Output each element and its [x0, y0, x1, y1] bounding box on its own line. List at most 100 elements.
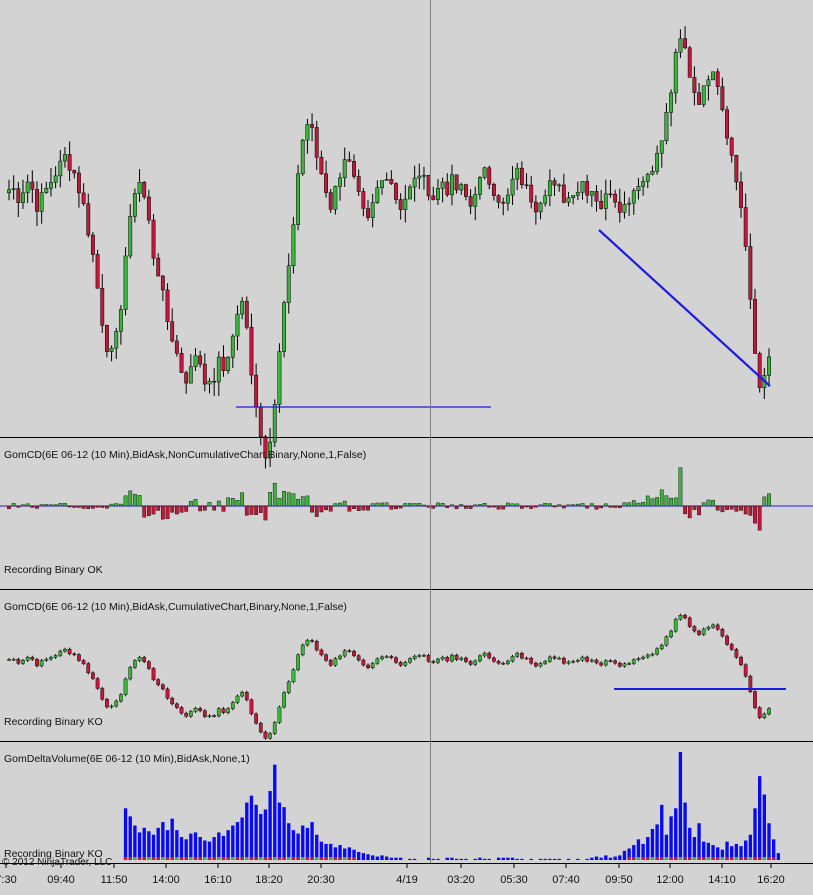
cum-candle[interactable]	[436, 658, 440, 663]
price-candle[interactable]	[296, 173, 301, 225]
cum-candle[interactable]	[729, 644, 734, 650]
cd-bar[interactable]	[49, 504, 53, 507]
cum-candle[interactable]	[81, 660, 86, 664]
price-candle[interactable]	[757, 353, 762, 389]
delta-volume-bar[interactable]	[142, 827, 146, 860]
cd-bar[interactable]	[664, 495, 669, 507]
cum-candle[interactable]	[538, 663, 543, 667]
price-candle[interactable]	[557, 184, 562, 187]
cd-bar[interactable]	[291, 493, 296, 507]
cum-candle[interactable]	[202, 710, 207, 717]
cum-candle[interactable]	[207, 715, 212, 717]
cum-candle[interactable]	[188, 711, 193, 717]
cum-candle[interactable]	[16, 659, 21, 664]
price-candle[interactable]	[370, 202, 375, 218]
cum-candle[interactable]	[216, 708, 221, 717]
price-candle[interactable]	[473, 194, 478, 207]
cd-bar[interactable]	[389, 505, 394, 510]
cum-candle[interactable]	[63, 648, 67, 652]
delta-volume-bar[interactable]	[482, 858, 487, 860]
price-candle[interactable]	[613, 193, 618, 203]
cd-bar[interactable]	[151, 505, 156, 515]
delta-volume-bar[interactable]	[450, 857, 454, 860]
cd-bar[interactable]	[753, 505, 757, 524]
cum-candle[interactable]	[515, 652, 520, 657]
cum-candle[interactable]	[39, 660, 44, 667]
cum-candle[interactable]	[701, 628, 706, 635]
price-candle[interactable]	[249, 326, 254, 376]
price-candle[interactable]	[631, 190, 636, 204]
delta-volume-bar[interactable]	[646, 837, 650, 860]
cum-candle[interactable]	[482, 652, 487, 657]
price-candle[interactable]	[743, 207, 748, 247]
cd-bar[interactable]	[650, 498, 655, 507]
cum-candle[interactable]	[557, 657, 562, 660]
delta-volume-bar[interactable]	[454, 858, 459, 860]
delta-volume-bar[interactable]	[221, 835, 226, 860]
delta-volume-bar[interactable]	[566, 858, 571, 860]
price-candle[interactable]	[314, 127, 319, 158]
cum-candle[interactable]	[529, 657, 534, 664]
cum-candle[interactable]	[585, 656, 590, 662]
cd-bar[interactable]	[729, 505, 734, 510]
cum-candle[interactable]	[552, 656, 557, 659]
delta-volume-bar[interactable]	[678, 752, 683, 860]
cd-bar[interactable]	[585, 505, 590, 509]
price-candle[interactable]	[627, 202, 632, 205]
price-candle[interactable]	[501, 201, 506, 204]
delta-volume-bar[interactable]	[301, 825, 305, 860]
cd-bar[interactable]	[188, 501, 193, 507]
cum-candle[interactable]	[291, 669, 296, 683]
price-candle[interactable]	[39, 192, 44, 212]
cd-bar[interactable]	[524, 505, 529, 508]
price-candle[interactable]	[561, 184, 566, 203]
delta-volume-bar[interactable]	[688, 827, 692, 860]
price-candle[interactable]	[305, 124, 310, 141]
cd-bar[interactable]	[459, 504, 464, 507]
cum-candle[interactable]	[631, 659, 636, 664]
cd-bar[interactable]	[734, 505, 739, 512]
delta-volume-bar[interactable]	[660, 804, 664, 860]
cd-bar[interactable]	[533, 505, 538, 508]
cd-bar[interactable]	[422, 504, 426, 507]
delta-volume-bar[interactable]	[436, 858, 440, 860]
price-candle[interactable]	[552, 180, 557, 186]
cd-bar[interactable]	[538, 504, 543, 507]
cum-candle[interactable]	[21, 660, 25, 664]
cum-candle[interactable]	[650, 653, 655, 656]
cum-candle[interactable]	[100, 688, 105, 700]
delta-volume-bar[interactable]	[133, 825, 137, 860]
cd-bar[interactable]	[207, 502, 212, 507]
cum-candle[interactable]	[86, 663, 91, 674]
cum-candle[interactable]	[95, 678, 100, 689]
price-candle[interactable]	[547, 180, 552, 196]
delta-volume-bar[interactable]	[249, 795, 254, 860]
cum-candle[interactable]	[35, 659, 39, 667]
price-candle[interactable]	[35, 189, 39, 212]
price-candle[interactable]	[701, 85, 706, 105]
cum-candle[interactable]	[715, 624, 720, 630]
price-candle[interactable]	[496, 195, 501, 203]
cum-candle[interactable]	[478, 655, 482, 662]
delta-volume-bar[interactable]	[487, 858, 491, 860]
cd-bar[interactable]	[603, 503, 608, 507]
cd-bar[interactable]	[258, 505, 263, 513]
price-candle[interactable]	[673, 51, 678, 94]
price-candle[interactable]	[193, 355, 198, 367]
cd-bar[interactable]	[11, 503, 16, 507]
cd-bar[interactable]	[35, 505, 39, 509]
cd-bar[interactable]	[398, 505, 403, 509]
delta-volume-bar[interactable]	[128, 816, 132, 860]
cum-candle[interactable]	[230, 702, 235, 709]
cd-bar[interactable]	[436, 502, 440, 507]
delta-volume-bar[interactable]	[510, 857, 515, 860]
cum-candle[interactable]	[361, 659, 366, 666]
cd-bar[interactable]	[375, 502, 380, 507]
delta-volume-bar[interactable]	[431, 858, 435, 860]
cum-candle[interactable]	[408, 658, 412, 663]
cum-candle[interactable]	[394, 657, 398, 663]
delta-volume-bar[interactable]	[599, 857, 603, 860]
cum-candle[interactable]	[338, 655, 342, 659]
cum-candle[interactable]	[608, 660, 613, 662]
price-candle[interactable]	[53, 175, 58, 183]
